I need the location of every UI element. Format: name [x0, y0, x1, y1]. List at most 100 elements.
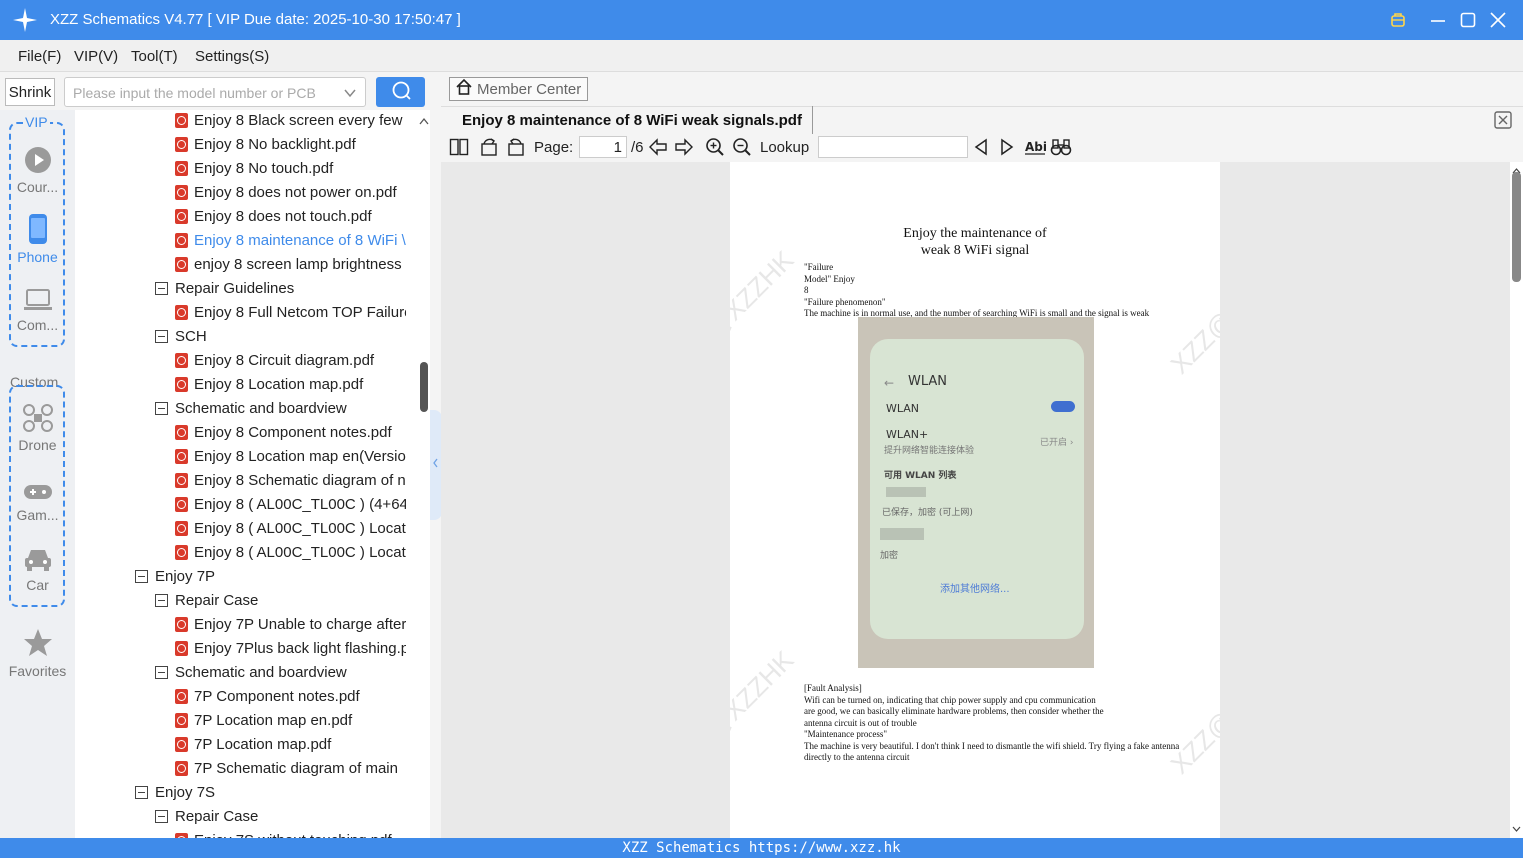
document-tab[interactable]: Enjoy 8 maintenance of 8 WiFi weak signa…	[452, 106, 813, 134]
tree-folder-item[interactable]: SCH	[155, 324, 406, 348]
drone-icon	[0, 404, 75, 435]
tree-file-item[interactable]: Enjoy 8 does not touch.pdf	[175, 204, 406, 228]
tree-item-label: Repair Case	[175, 591, 259, 609]
lookup-input[interactable]	[818, 136, 968, 158]
vip-bag-icon[interactable]	[1386, 8, 1410, 32]
tree-file-item[interactable]: Enjoy 8 Schematic diagram of n	[175, 468, 406, 492]
find-previous-icon[interactable]	[972, 137, 990, 162]
tree-file-item[interactable]: Enjoy 8 Location map en(Versio	[175, 444, 406, 468]
category-computer[interactable]: Com...	[0, 288, 75, 333]
tree-folder-item[interactable]: Repair Case	[155, 588, 406, 612]
category-game[interactable]: Gam...	[0, 482, 75, 523]
tree-item-label: Enjoy 8 Schematic diagram of n	[194, 471, 406, 489]
tree-file-item[interactable]: Enjoy 8 Black screen every few s	[175, 110, 406, 132]
find-next-icon[interactable]	[998, 137, 1016, 162]
tree-folder-item[interactable]: Repair Guidelines	[155, 276, 406, 300]
dual-page-icon[interactable]	[449, 137, 469, 162]
collapse-minus-icon[interactable]	[135, 569, 148, 583]
menu-file[interactable]: File(F)	[18, 48, 61, 65]
tree-file-item[interactable]: 7P Component notes.pdf	[175, 684, 406, 708]
zoom-out-icon[interactable]	[732, 137, 752, 162]
tree-file-item[interactable]: Enjoy 8 No touch.pdf	[175, 156, 406, 180]
rotate-left-icon[interactable]	[479, 137, 499, 162]
category-phone[interactable]: Phone	[0, 214, 75, 265]
collapse-minus-icon[interactable]	[155, 281, 168, 295]
photo-network-2-status: 加密	[880, 551, 899, 561]
menu-vip[interactable]: VIP(V)	[74, 48, 118, 65]
tree-file-item[interactable]: Enjoy 7P Unable to charge after	[175, 612, 406, 636]
tree-item-label: Enjoy 8 Black screen every few s	[194, 111, 406, 129]
collapse-minus-icon[interactable]	[155, 401, 168, 415]
photo-network-1-status: 已保存，加密 (可上网)	[882, 508, 973, 518]
home-icon	[450, 78, 477, 100]
close-button[interactable]	[1486, 8, 1510, 32]
tree-file-item[interactable]: enjoy 8 screen lamp brightness	[175, 252, 406, 276]
binoculars-icon[interactable]	[1050, 137, 1072, 162]
page-number-input[interactable]	[579, 136, 627, 158]
pdf-file-icon	[175, 232, 188, 248]
zoom-in-icon[interactable]	[705, 137, 725, 162]
category-courses[interactable]: Cour...	[0, 146, 75, 195]
pdf-file-icon	[175, 424, 188, 440]
collapse-minus-icon[interactable]	[155, 329, 168, 343]
tree-file-item[interactable]: Enjoy 7S without touching.pdf	[175, 828, 406, 838]
next-page-icon[interactable]	[674, 137, 694, 162]
tree-folder-item[interactable]: Schematic and boardview	[155, 396, 406, 420]
tree-file-item[interactable]: Enjoy 8 ( AL00C_TL00C ) (4+64G	[175, 492, 406, 516]
pdf-title-line-2: weak 8 WiFi signal	[920, 243, 1030, 258]
chevron-down-icon[interactable]	[343, 86, 357, 105]
tree-scroll-thumb[interactable]	[420, 362, 428, 412]
close-tab-icon[interactable]	[1494, 111, 1512, 134]
search-button[interactable]	[376, 77, 425, 107]
menu-settings[interactable]: Settings(S)	[195, 48, 269, 65]
collapse-minus-icon[interactable]	[155, 809, 168, 823]
tree-folder-item[interactable]: Enjoy 7S	[135, 780, 406, 804]
pdf-page-title: Enjoy the maintenance of weak 8 WiFi sig…	[730, 225, 1220, 259]
tree-file-item[interactable]: Enjoy 8 Location map.pdf	[175, 372, 406, 396]
pdf-file-icon	[175, 256, 188, 272]
match-case-icon[interactable]: Abi	[1024, 137, 1047, 162]
tree-file-item[interactable]: 7P Schematic diagram of main	[175, 756, 406, 780]
category-drone[interactable]: Drone	[0, 404, 75, 453]
category-courses-label: Cour...	[16, 179, 59, 195]
tree-file-item[interactable]: Enjoy 8 Circuit diagram.pdf	[175, 348, 406, 372]
maximize-button[interactable]	[1456, 8, 1480, 32]
tree-folder-item[interactable]: Repair Case	[155, 804, 406, 828]
category-computer-label: Com...	[16, 317, 59, 333]
category-car[interactable]: Car	[0, 546, 75, 593]
shrink-button[interactable]: Shrink	[5, 78, 55, 106]
tree-file-item[interactable]: Enjoy 8 does not power on.pdf	[175, 180, 406, 204]
tree-file-item[interactable]: Enjoy 8 ( AL00C_TL00C ) Locatic	[175, 540, 406, 564]
tree-file-item[interactable]: 7P Location map en.pdf	[175, 708, 406, 732]
tree-file-item[interactable]: Enjoy 8 Full Netcom TOP Failure	[175, 300, 406, 324]
tree-folder-item[interactable]: Schematic and boardview	[155, 660, 406, 684]
tree-file-item[interactable]: Enjoy 8 No backlight.pdf	[175, 132, 406, 156]
tree-item-label: Schematic and boardview	[175, 399, 347, 417]
collapse-minus-icon[interactable]	[135, 785, 148, 799]
collapse-minus-icon[interactable]	[155, 665, 168, 679]
tree-folder-item[interactable]: Enjoy 7P	[135, 564, 406, 588]
model-search-combo[interactable]	[64, 77, 366, 107]
play-circle-icon	[0, 146, 75, 177]
favorites-button[interactable]: Favorites	[0, 628, 75, 679]
collapse-minus-icon[interactable]	[155, 593, 168, 607]
tree-file-item[interactable]: 7P Location map.pdf	[175, 732, 406, 756]
photo-wlan-plus-status: 已开启 ›	[1040, 438, 1074, 448]
tree-file-item[interactable]: Enjoy 8 maintenance of 8 WiFi \	[175, 228, 406, 252]
laptop-icon	[0, 288, 75, 315]
rotate-right-icon[interactable]	[506, 137, 526, 162]
tree-file-item[interactable]: Enjoy 8 ( AL00C_TL00C ) Locatic	[175, 516, 406, 540]
tree-file-item[interactable]: Enjoy 7Plus back light flashing.p	[175, 636, 406, 660]
minimize-button[interactable]	[1426, 8, 1450, 32]
title-bar: XZZ Schematics V4.77 [ VIP Due date: 202…	[0, 0, 1523, 40]
model-search-input[interactable]	[73, 83, 335, 103]
previous-page-icon[interactable]	[648, 137, 668, 162]
tree-scrollbar[interactable]	[418, 110, 430, 838]
page-total: /6	[631, 139, 644, 156]
tree-file-item[interactable]: Enjoy 8 Component notes.pdf	[175, 420, 406, 444]
viewer-scroll-thumb[interactable]	[1512, 172, 1521, 282]
tree-item-label: Enjoy 8 Full Netcom TOP Failure	[194, 303, 406, 321]
member-center-button[interactable]: Member Center	[449, 77, 588, 101]
menu-tool[interactable]: Tool(T)	[131, 48, 178, 65]
pdf-body-top: "Failure Model" Enjoy 8 "Failure phenome…	[804, 262, 1150, 318]
